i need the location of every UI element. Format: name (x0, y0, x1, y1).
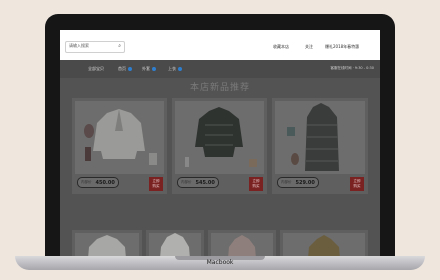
laptop-brand: Macbook (206, 259, 234, 266)
product-image[interactable] (211, 233, 273, 256)
price-pill: 内部价 450.00 (77, 177, 119, 188)
nav-dot-icon (152, 67, 156, 71)
product-card[interactable] (146, 230, 204, 256)
white-coat-image (75, 233, 139, 256)
nav-dot-icon (128, 67, 132, 71)
long-coat-image (275, 101, 365, 174)
price-pill: 内部价 545.00 (177, 177, 219, 188)
jacket-image (75, 101, 164, 174)
nav-item-home[interactable]: 首页 (118, 66, 132, 72)
follow-link[interactable]: 关注 (305, 44, 313, 50)
pink-coat-image (211, 233, 273, 256)
price-tag: 内部价 (281, 180, 292, 184)
promo-link[interactable]: 爆礼2018年春特惠 (325, 44, 359, 50)
product-image[interactable] (149, 233, 201, 256)
store-nav: 全部宝贝 首页 外套 上衣 客服在线时间 · 9:30 - 0:30 (60, 60, 380, 78)
price-pill: 内部价 529.00 (277, 177, 319, 188)
price-tag: 内部价 (181, 180, 192, 184)
price-tag: 内部价 (81, 180, 92, 184)
product-card[interactable]: 内部价 529.00 立即 购买 (272, 98, 368, 194)
product-card[interactable]: 内部价 545.00 立即 购买 (172, 98, 267, 194)
nav-item-all[interactable]: 全部宝贝 (88, 66, 104, 72)
product-image[interactable] (175, 101, 264, 174)
search-icon[interactable]: ⌕ (118, 43, 121, 50)
product-image[interactable] (283, 233, 365, 256)
puffer-jacket-image (175, 101, 264, 174)
product-image[interactable] (75, 101, 164, 174)
product-card[interactable] (280, 230, 368, 256)
price-value: 450.00 (95, 179, 115, 186)
tan-coat-image (283, 233, 365, 256)
product-card[interactable] (208, 230, 276, 256)
search-placeholder: 请输入搜索 (69, 43, 89, 48)
product-card[interactable]: 内部价 450.00 立即 购买 (72, 98, 167, 194)
top-bar: 请输入搜索 ⌕ 收藏本店 关注 爆礼2018年春特惠 (60, 30, 380, 60)
laptop-base: Macbook (15, 256, 425, 270)
modal-overlay: 全部宝贝 首页 外套 上衣 客服在线时间 · 9:30 - 0:30 本店新品推… (60, 60, 380, 256)
nav-dot-icon (178, 67, 182, 71)
nav-item-coat[interactable]: 外套 (142, 66, 156, 72)
buy-now-button[interactable]: 立即 购买 (249, 177, 263, 191)
hooded-coat-image (149, 233, 201, 256)
nav-item-tops[interactable]: 上衣 (168, 66, 182, 72)
favorite-store-link[interactable]: 收藏本店 (273, 44, 289, 50)
product-card[interactable] (72, 230, 142, 256)
price-value: 545.00 (195, 179, 215, 186)
screen-bezel: 请输入搜索 ⌕ 收藏本店 关注 爆礼2018年春特惠 全部宝贝 首页 外套 上衣… (45, 14, 395, 256)
search-input[interactable]: 请输入搜索 ⌕ (65, 41, 125, 53)
laptop-frame: 请输入搜索 ⌕ 收藏本店 关注 爆礼2018年春特惠 全部宝贝 首页 外套 上衣… (15, 14, 425, 270)
service-hours: 客服在线时间 · 9:30 - 0:30 (330, 66, 374, 70)
screen: 请输入搜索 ⌕ 收藏本店 关注 爆礼2018年春特惠 全部宝贝 首页 外套 上衣… (60, 30, 380, 256)
product-image[interactable] (275, 101, 365, 174)
buy-now-button[interactable]: 立即 购买 (149, 177, 163, 191)
section-title: 本店新品推荐 (189, 83, 250, 93)
price-value: 529.00 (295, 179, 315, 186)
product-image[interactable] (75, 233, 139, 256)
buy-now-button[interactable]: 立即 购买 (350, 177, 364, 191)
